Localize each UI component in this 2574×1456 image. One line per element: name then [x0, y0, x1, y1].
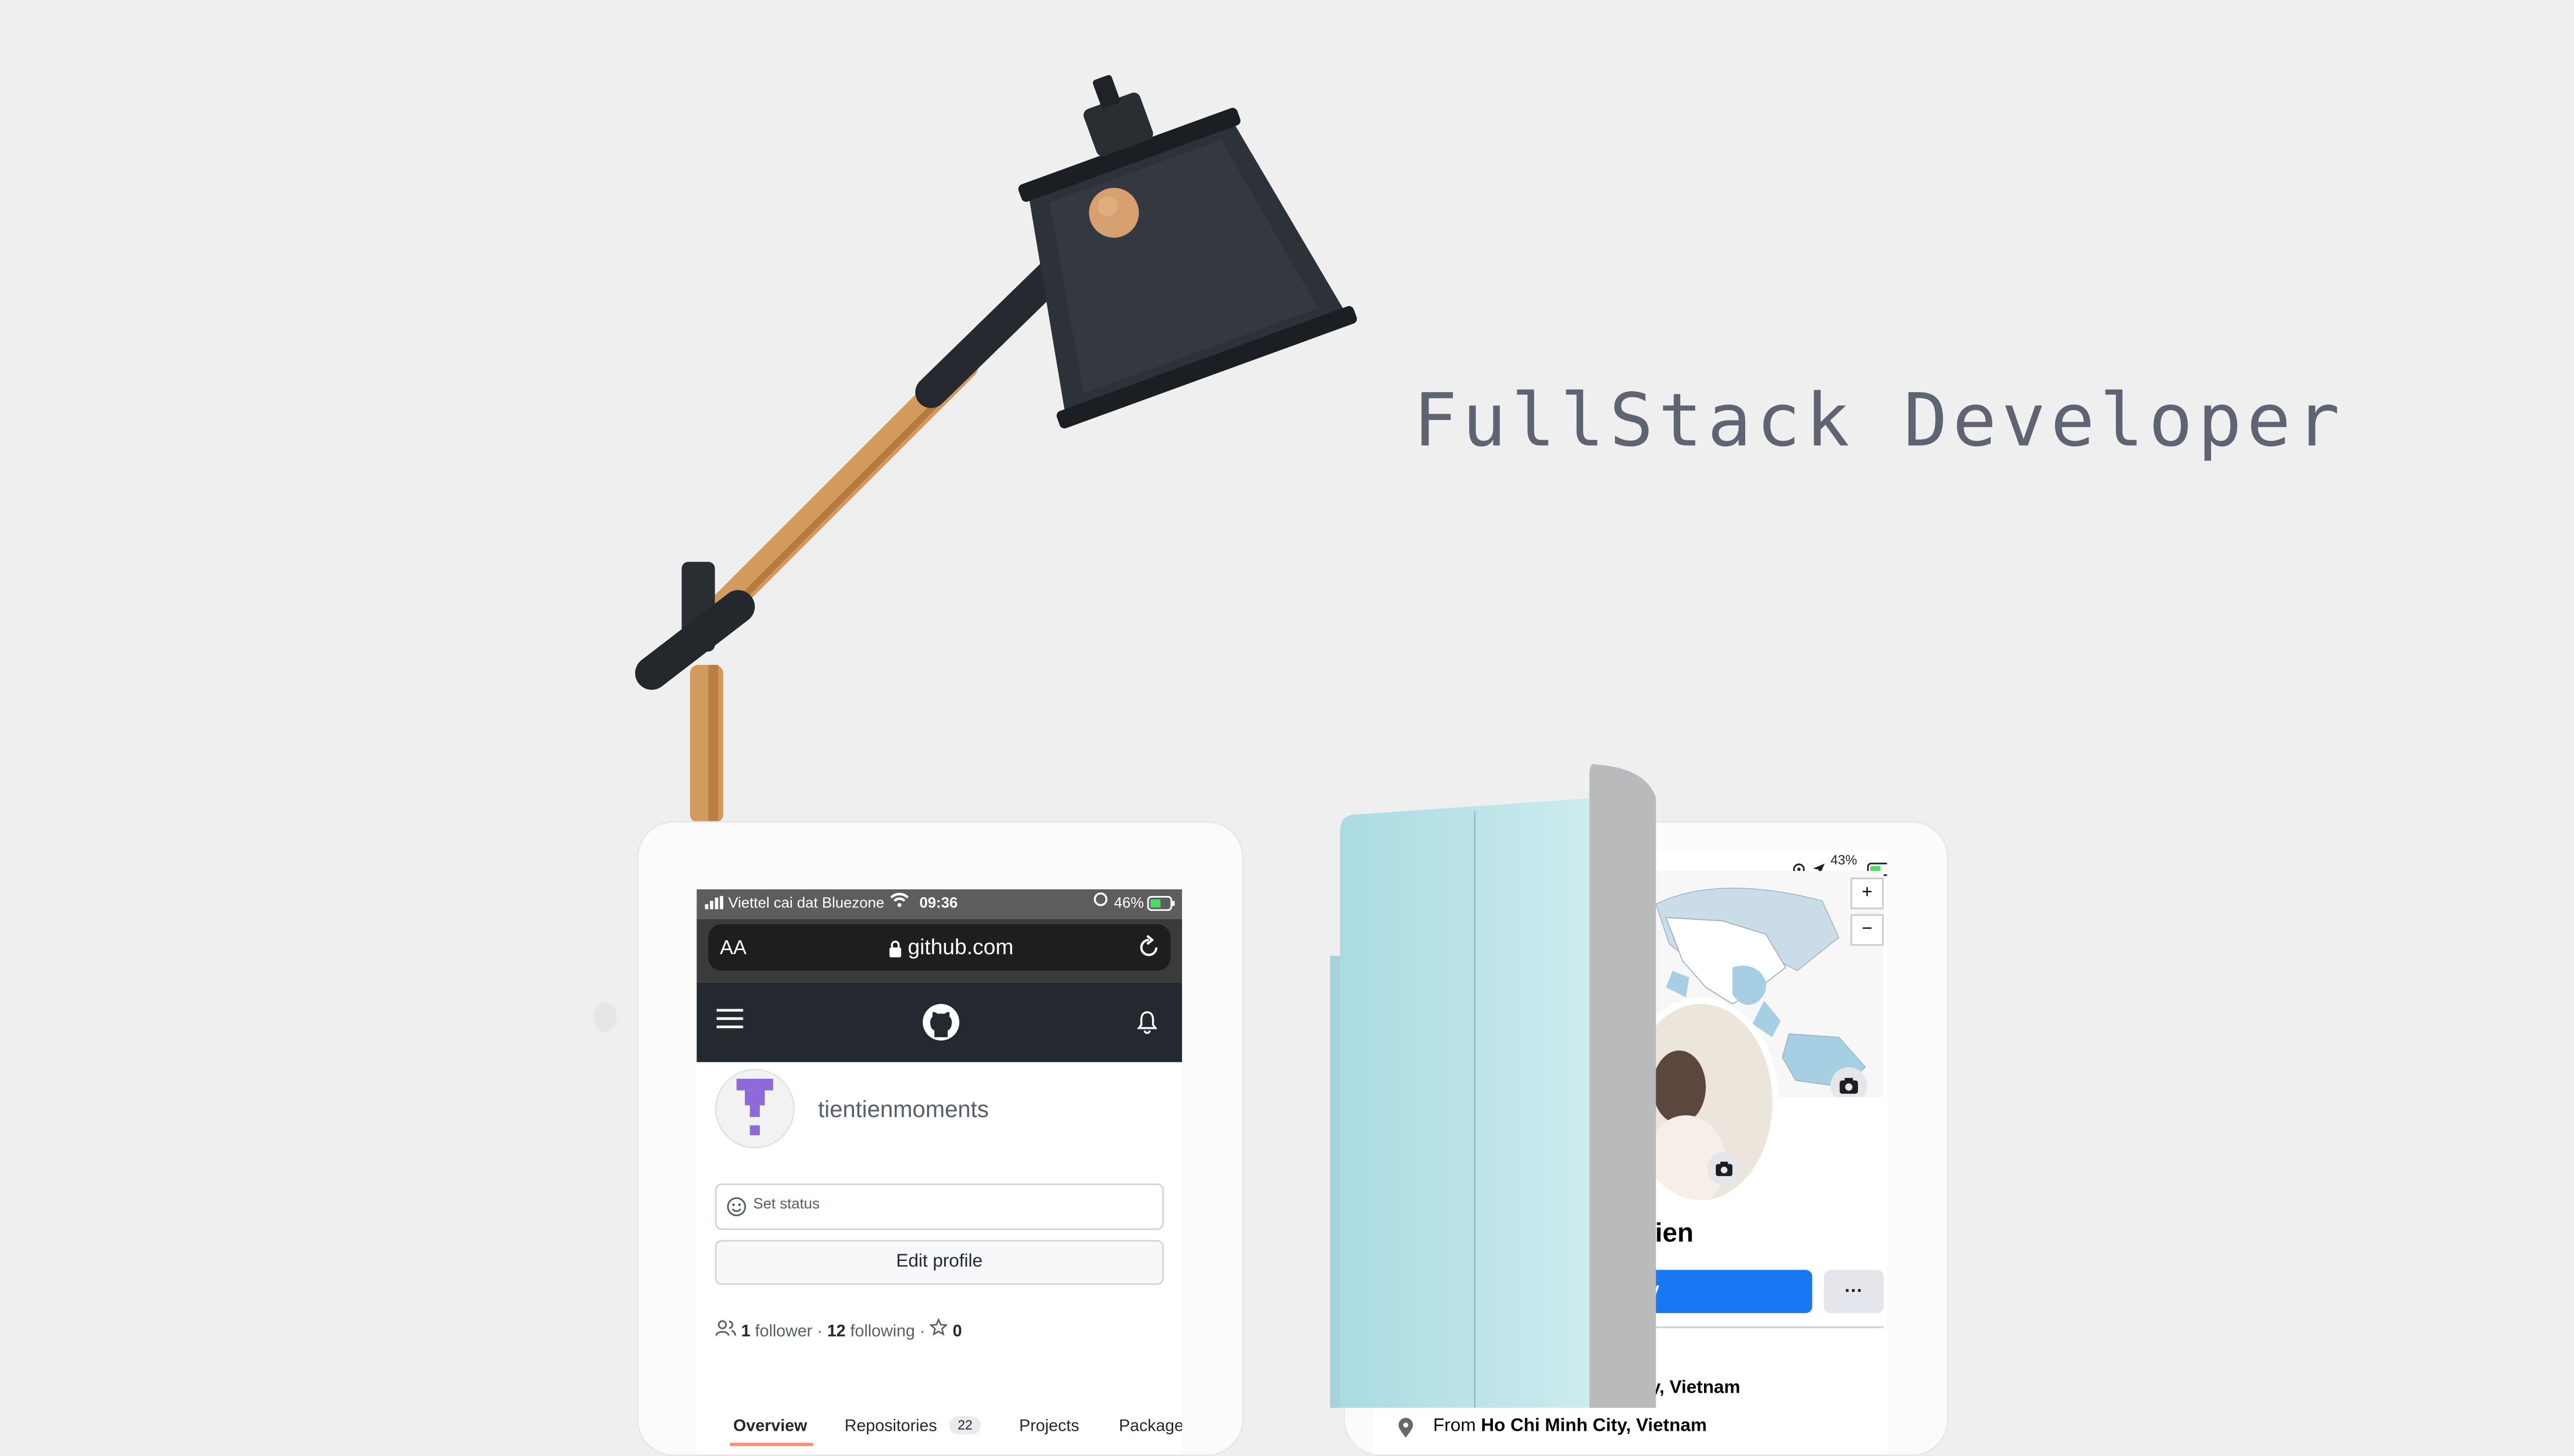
bell-icon[interactable]	[1137, 1011, 1158, 1042]
set-status-label: Set status	[753, 1195, 820, 1212]
github-phone-screen: Viettel cai dat Bluezone 09:36 46% AA gi…	[697, 889, 1182, 1454]
desk-lamp-illustration	[635, 75, 1357, 823]
followers-count: 1	[741, 1323, 751, 1342]
following-link[interactable]: 12 following	[827, 1323, 915, 1342]
location-pin-icon	[1395, 1417, 1417, 1448]
stats-separator: ·	[816, 1323, 823, 1342]
url-text[interactable]: github.com	[908, 934, 1013, 959]
map-zoom-out-button[interactable]: −	[1850, 914, 1884, 946]
address-bar[interactable]: AA github.com	[708, 924, 1171, 971]
followers-link[interactable]: 1 follower	[741, 1323, 812, 1342]
stars-count: 0	[952, 1323, 962, 1342]
carrier-label: Viettel cai dat Bluezone	[728, 894, 884, 911]
tab-packages[interactable]: Package	[1119, 1418, 1182, 1436]
hometown-label: From	[1433, 1416, 1476, 1436]
lock-icon	[888, 936, 903, 966]
battery-percent: 43%	[1830, 852, 1857, 868]
hamburger-icon[interactable]	[716, 1007, 743, 1039]
active-tab-underline	[729, 1443, 813, 1446]
avatar[interactable]	[715, 1068, 795, 1149]
tab-repositories[interactable]: Repositories	[845, 1418, 937, 1436]
signal-icon	[705, 896, 723, 913]
status-bar: Viettel cai dat Bluezone 09:36 46%	[697, 889, 1182, 919]
star-icon	[929, 1318, 953, 1342]
profile-camera-icon[interactable]	[1707, 1152, 1741, 1185]
orientation-lock-icon	[1092, 891, 1109, 911]
browser-toolbar: AA github.com	[697, 919, 1182, 983]
people-icon	[715, 1320, 741, 1342]
following-label: following	[850, 1323, 915, 1342]
hometown-value: Ho Chi Minh City, Vietnam	[1481, 1416, 1707, 1436]
set-status-button[interactable]: Set status	[715, 1183, 1164, 1230]
github-header	[697, 982, 1182, 1062]
headline: FullStack Developer	[1413, 379, 2345, 464]
follow-stats: 1 follower · 12 following · 0	[715, 1318, 1164, 1345]
repositories-count-badge: 22	[949, 1416, 981, 1435]
tab-overview[interactable]: Overview	[733, 1418, 807, 1436]
following-count: 12	[827, 1323, 846, 1342]
followers-label: follower	[755, 1323, 812, 1342]
username: tientienmoments	[818, 1095, 989, 1122]
cursor-smudge	[593, 1002, 617, 1032]
cover-camera-icon[interactable]	[1830, 1067, 1867, 1097]
map-zoom-in-button[interactable]: +	[1850, 878, 1884, 909]
more-options-button[interactable]: ···	[1823, 1270, 1884, 1313]
github-logo-icon[interactable]	[921, 1002, 961, 1050]
stats-separator: ·	[919, 1323, 926, 1342]
battery-percent: 46%	[1114, 894, 1144, 911]
wifi-icon	[890, 891, 910, 911]
text-size-button[interactable]: AA	[720, 936, 746, 959]
status-time: 09:36	[919, 894, 958, 911]
profile-tabs: Overview Repositories 22 Projects Packag…	[697, 1414, 1182, 1454]
edit-profile-button[interactable]: Edit profile	[715, 1240, 1164, 1285]
smiley-icon	[726, 1195, 746, 1225]
hero-scene: FullStack Developer Viettel cai dat Blue…	[0, 0, 2574, 1456]
hometown-row: From Ho Chi Minh City, Vietnam	[1433, 1416, 1707, 1436]
tab-projects[interactable]: Projects	[1019, 1418, 1080, 1436]
folder-graphic	[1330, 764, 1656, 1408]
reload-icon[interactable]	[1137, 934, 1160, 968]
battery-icon	[1147, 896, 1175, 915]
